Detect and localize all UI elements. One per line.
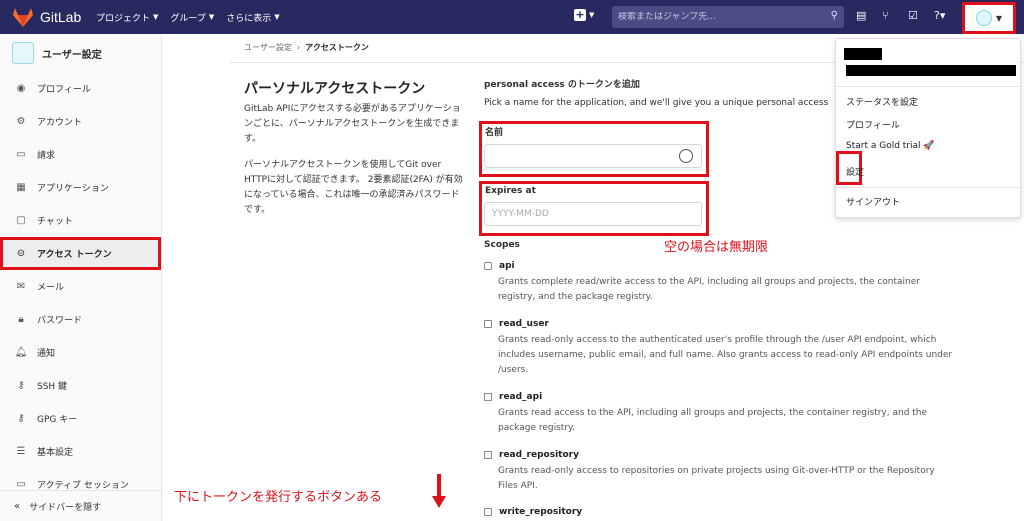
mail-icon: ✉ — [16, 281, 26, 292]
divider — [836, 187, 1022, 188]
scopes-label: Scopes — [484, 240, 520, 250]
key-icon: ⚷ — [17, 380, 25, 391]
sidebar: ユーザー設定 ◉ プロフィール ⚙ アカウント ▭ 請求 ▦ アプリケーション ▢ チャッ… — [0, 34, 162, 521]
form-title: personal access のトークンを追加 — [484, 80, 640, 90]
sidebar-item-preferences[interactable]: ☰ 基本設定 — [0, 435, 161, 468]
user-menu-button[interactable]: ▼ — [962, 2, 1016, 34]
scope-read-repository-checkbox[interactable] — [484, 451, 492, 459]
avatar — [12, 42, 34, 64]
chevron-down-icon: ▼ — [589, 11, 595, 19]
redacted-user-handle — [846, 65, 1016, 76]
scope-read-user: read_user Grants read-only access to the… — [484, 319, 954, 378]
top-navbar: GitLab プロジェクト▼ グループ▼ さらに表示▼ + ▼ ⚲ ▤ ⑂ ☑ … — [0, 0, 1024, 34]
arrow-down-icon — [432, 474, 446, 508]
nav-projects[interactable]: プロジェクト ▼ — [96, 11, 158, 24]
settings-icon: ☰ — [16, 446, 26, 457]
collapse-sidebar-button[interactable]: « サイドバーを隠す — [0, 490, 161, 521]
lock-icon: 🔒︎ — [18, 314, 24, 325]
monitor-icon: ▭ — [16, 479, 26, 490]
avatar — [975, 10, 992, 26]
issues-icon[interactable]: ▤ — [856, 9, 866, 22]
sidebar-item-access-tokens[interactable]: ⊝ アクセス トークン — [0, 237, 161, 270]
chat-icon: ▢ — [16, 215, 26, 226]
plus-icon: + — [574, 8, 586, 21]
bottom-annotation: 下にトークンを発行するボタンある — [174, 490, 383, 505]
page-title: パーソナルアクセストークン — [244, 81, 426, 97]
chevron-down-icon: ▼ — [153, 13, 159, 21]
scope-read-user-description: Grants read-only access to the authentic… — [498, 335, 953, 375]
sidebar-item-notifications[interactable]: 🔔︎ 通知 — [0, 336, 161, 369]
scope-write-repository-checkbox[interactable] — [484, 508, 492, 516]
scope-read-user-checkbox[interactable] — [484, 320, 492, 328]
sidebar-title: ユーザー設定 — [42, 49, 102, 61]
gitlab-logo[interactable]: GitLab — [12, 7, 96, 27]
scope-api: api Grants complete read/write access to… — [484, 261, 954, 305]
scope-read-api-description: Grants read access to the API, including… — [498, 408, 928, 433]
chevron-down-icon: ▼ — [995, 13, 1003, 23]
sidebar-item-billing[interactable]: ▭ 請求 — [0, 138, 161, 171]
breadcrumb: ユーザー設定 › アクセストークン — [244, 42, 369, 53]
expires-at-field[interactable]: YYYY-MM-DD — [484, 202, 702, 226]
scope-read-api: read_api Grants read access to the API, … — [484, 392, 954, 436]
scope-api-description: Grants complete read/write access to the… — [498, 277, 920, 302]
logo-text: GitLab — [40, 9, 82, 25]
divider — [836, 86, 1022, 87]
search-input[interactable] — [618, 12, 818, 22]
scope-read-api-checkbox[interactable] — [484, 393, 492, 401]
sidebar-item-account[interactable]: ⚙ アカウント — [0, 105, 161, 138]
password-manager-icon[interactable] — [679, 149, 693, 163]
form-hint: Pick a name for the application, and we'… — [484, 98, 829, 108]
sidebar-item-gpg-keys[interactable]: ⚷ GPG キー — [0, 402, 161, 435]
search-icon: ⚲ — [830, 10, 838, 21]
chevron-down-icon: ▼ — [274, 13, 280, 21]
sidebar-item-chat[interactable]: ▢ チャット — [0, 204, 161, 237]
nav-groups[interactable]: グループ ▼ — [170, 11, 214, 24]
page-description-2fa: パーソナルアクセストークンを使用してGit over HTTPに対して認証できま… — [244, 160, 463, 215]
sidebar-header[interactable]: ユーザー設定 — [0, 34, 161, 72]
dropdown-profile[interactable]: プロフィール — [846, 118, 900, 131]
chevron-down-icon: ▼ — [208, 13, 215, 21]
scope-write-repository: write_repository — [484, 507, 954, 517]
search-box[interactable]: ⚲ — [612, 6, 844, 28]
sidebar-item-ssh-keys[interactable]: ⚷ SSH 鍵 — [0, 369, 161, 402]
sidebar-item-password[interactable]: 🔒︎ パスワード — [0, 303, 161, 336]
sidebar-item-applications[interactable]: ▦ アプリケーション — [0, 171, 161, 204]
sidebar-item-emails[interactable]: ✉ メール — [0, 270, 161, 303]
tanuki-icon — [13, 8, 33, 27]
redacted-username — [844, 48, 882, 60]
page-description: GitLab APIにアクセスする必要があるアプリケーションごとに、パーソナルア… — [244, 104, 461, 144]
user-dropdown-menu: ステータスを設定 プロフィール Start a Gold trial 🚀 設定 … — [835, 38, 1022, 218]
todo-icon[interactable]: ☑ — [908, 9, 918, 22]
account-icon: ⚙ — [16, 116, 26, 127]
key-icon: ⚷ — [17, 413, 25, 424]
chevron-right-icon: › — [294, 43, 303, 52]
merge-request-icon[interactable]: ⑂ — [882, 9, 889, 22]
expiry-annotation: 空の場合は無期限 — [664, 240, 769, 255]
bell-icon: 🔔︎ — [14, 347, 28, 358]
user-circle-icon: ◉ — [16, 83, 26, 94]
double-chevron-left-icon: « — [14, 500, 21, 512]
token-icon: ⊝ — [16, 248, 26, 259]
name-label: 名前 — [485, 128, 504, 138]
scope-read-repository-description: Grants read-only access to repositories … — [498, 466, 935, 491]
expires-label: Expires at — [485, 186, 536, 196]
help-icon[interactable]: ?▾ — [934, 9, 945, 22]
dropdown-sign-out[interactable]: サインアウト — [846, 195, 900, 208]
name-field[interactable] — [484, 144, 702, 168]
dropdown-settings[interactable]: 設定 — [846, 165, 864, 178]
credit-card-icon: ▭ — [16, 149, 26, 160]
dropdown-set-status[interactable]: ステータスを設定 — [846, 95, 918, 108]
breadcrumb-current: アクセストークン — [305, 43, 369, 52]
dropdown-gold-trial[interactable]: Start a Gold trial 🚀 — [846, 141, 935, 151]
scope-read-repository: read_repository Grants read-only access … — [484, 450, 954, 494]
applications-icon: ▦ — [16, 182, 26, 193]
scope-api-checkbox[interactable] — [484, 262, 492, 270]
sidebar-item-profile[interactable]: ◉ プロフィール — [0, 72, 161, 105]
breadcrumb-parent[interactable]: ユーザー設定 — [244, 43, 292, 52]
nav-more[interactable]: さらに表示 ▼ — [226, 11, 279, 24]
new-item-button[interactable]: + ▼ — [574, 9, 594, 21]
